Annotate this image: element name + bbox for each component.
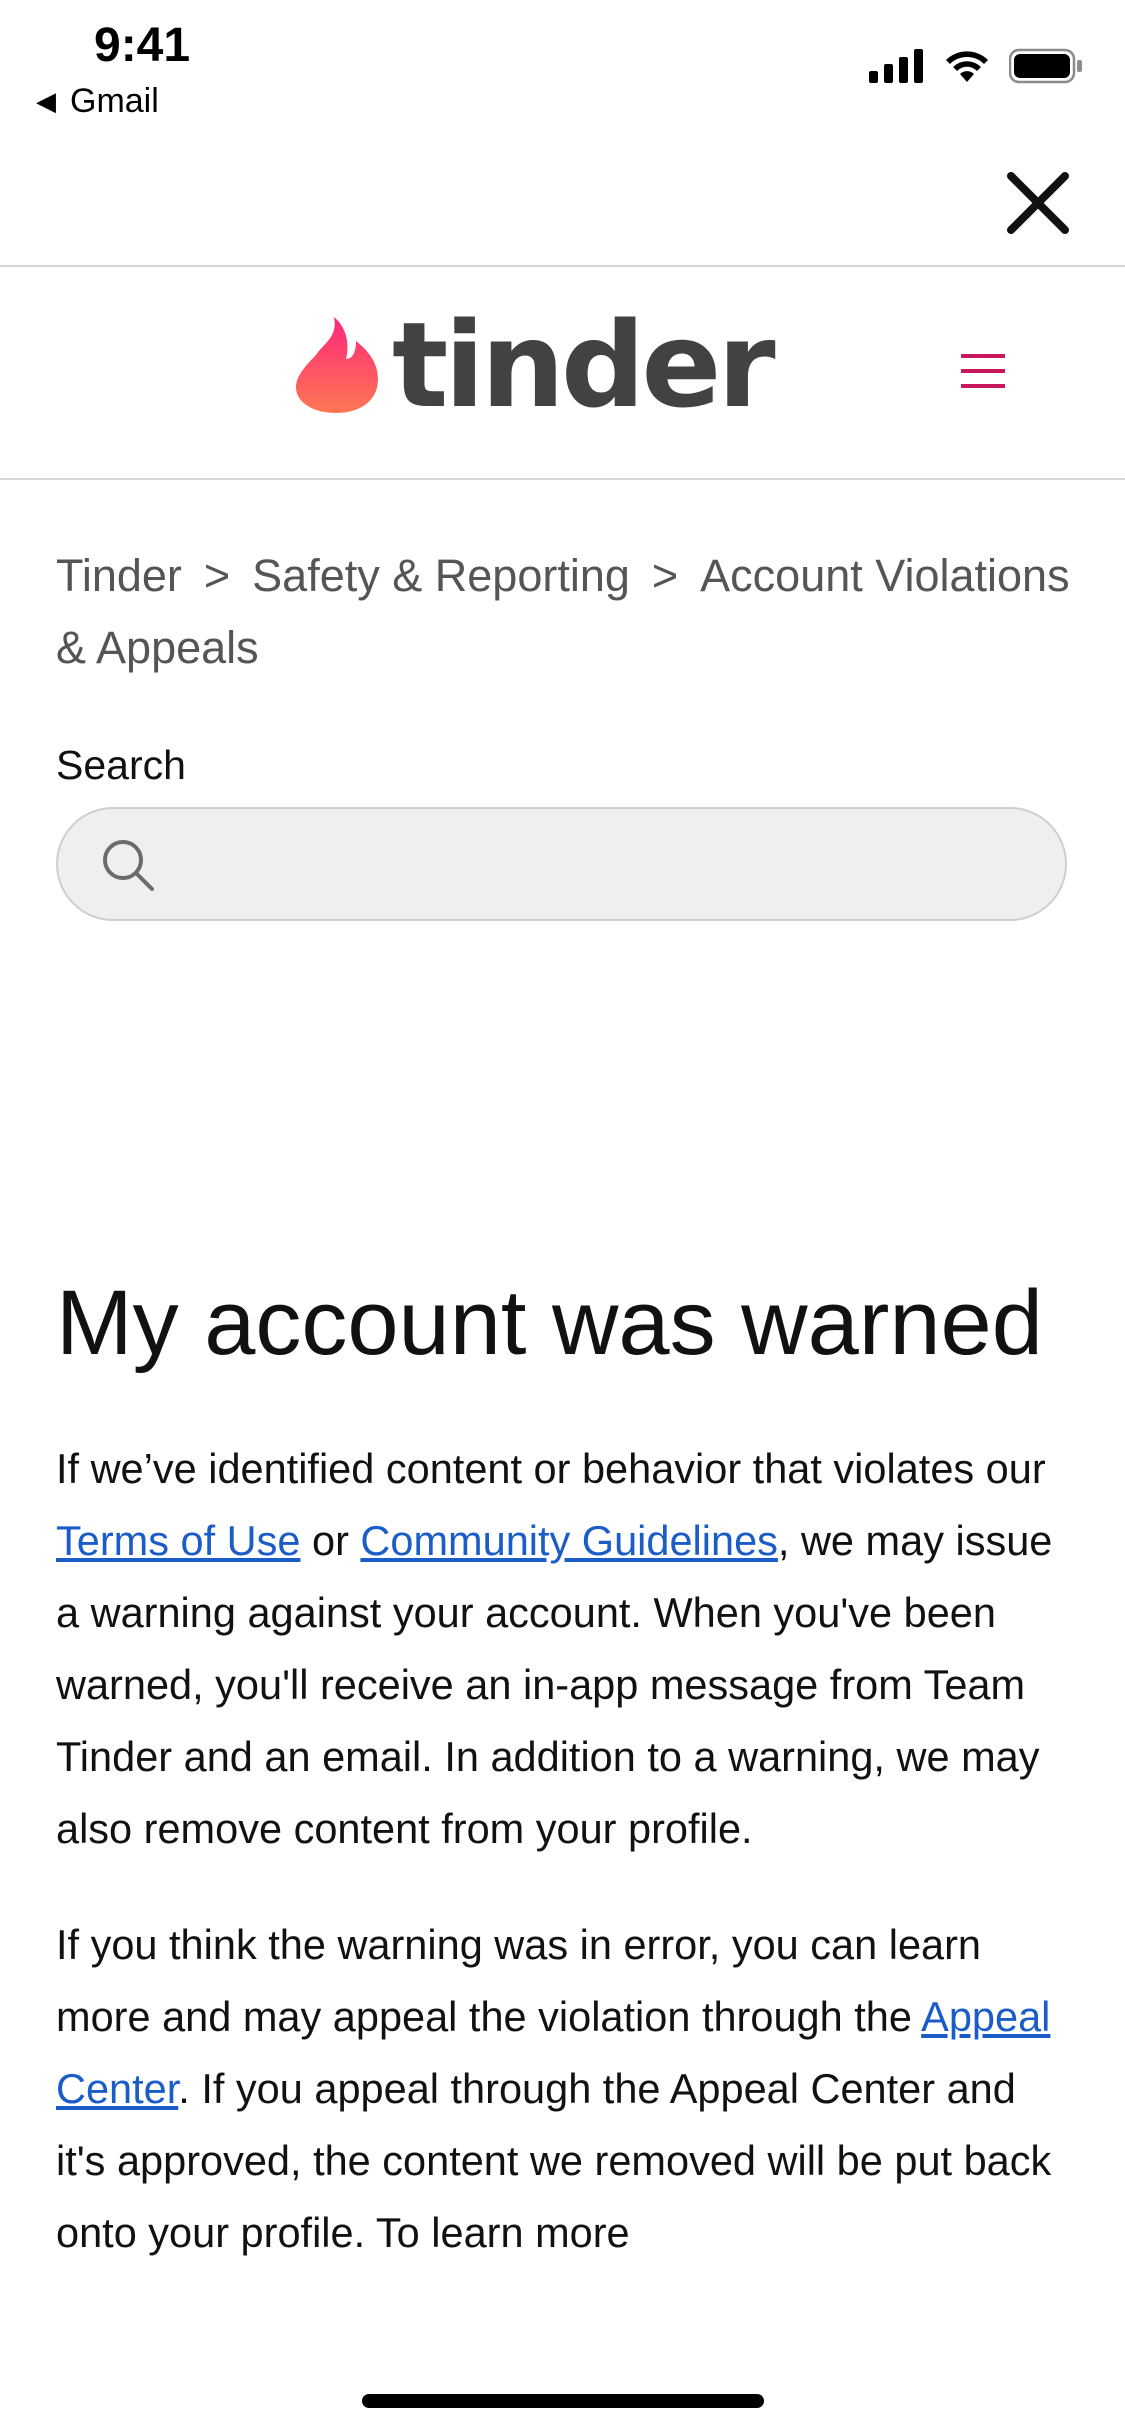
- breadcrumb-separator: >: [203, 550, 231, 601]
- status-bar: 9:41 ◀ Gmail: [0, 0, 1125, 140]
- site-header: tinder: [0, 266, 1125, 480]
- article-content: Tinder > Safety & Reporting > Account Violat…: [56, 478, 1071, 2269]
- paragraph-text: or: [300, 1517, 361, 1564]
- hamburger-menu-icon[interactable]: [959, 350, 1007, 392]
- paragraph-text: If we’ve identified content or behavior …: [56, 1445, 1046, 1492]
- home-indicator[interactable]: [362, 2394, 764, 2408]
- close-icon[interactable]: [1003, 168, 1073, 238]
- breadcrumb-item-safety-reporting[interactable]: Safety & Reporting: [252, 550, 630, 601]
- webview-top-bar: [0, 140, 1125, 267]
- search-icon: [103, 840, 154, 891]
- tinder-logo[interactable]: tinder: [294, 296, 776, 434]
- breadcrumb-separator: >: [651, 550, 679, 601]
- signal-icon: [869, 49, 923, 83]
- back-triangle-icon: ◀: [36, 86, 56, 116]
- back-app-label: Gmail: [70, 82, 159, 120]
- breadcrumb-item-tinder[interactable]: Tinder: [56, 550, 182, 601]
- status-icons: [869, 48, 1083, 84]
- search-label: Search: [56, 742, 186, 788]
- paragraph-text: . If you appeal through the Appeal Cente…: [56, 2065, 1052, 2256]
- breadcrumb: Tinder > Safety & Reporting > Account Violat…: [56, 540, 1071, 684]
- logo-wordmark: tinder: [392, 296, 776, 434]
- article-title: My account was warned: [56, 1272, 1043, 1374]
- search-field[interactable]: [56, 807, 1067, 921]
- terms-of-use-link[interactable]: Terms of Use: [56, 1517, 300, 1564]
- paragraph-text: If you think the warning was in error, y…: [56, 1921, 982, 2040]
- paragraph-text: , we may issue a warning against your ac…: [56, 1517, 1053, 1852]
- wifi-icon: [946, 51, 988, 82]
- status-time: 9:41: [94, 19, 191, 72]
- search-input[interactable]: [168, 809, 1032, 921]
- flame-icon: [296, 317, 378, 413]
- article-paragraph-1: If we’ve identified content or behavior …: [56, 1433, 1071, 1865]
- article-paragraph-2: If you think the warning was in error, y…: [56, 1909, 1071, 2269]
- battery-icon: [1009, 48, 1082, 84]
- back-to-app-link[interactable]: ◀ Gmail: [36, 82, 159, 121]
- community-guidelines-link[interactable]: Community Guidelines: [360, 1517, 777, 1564]
